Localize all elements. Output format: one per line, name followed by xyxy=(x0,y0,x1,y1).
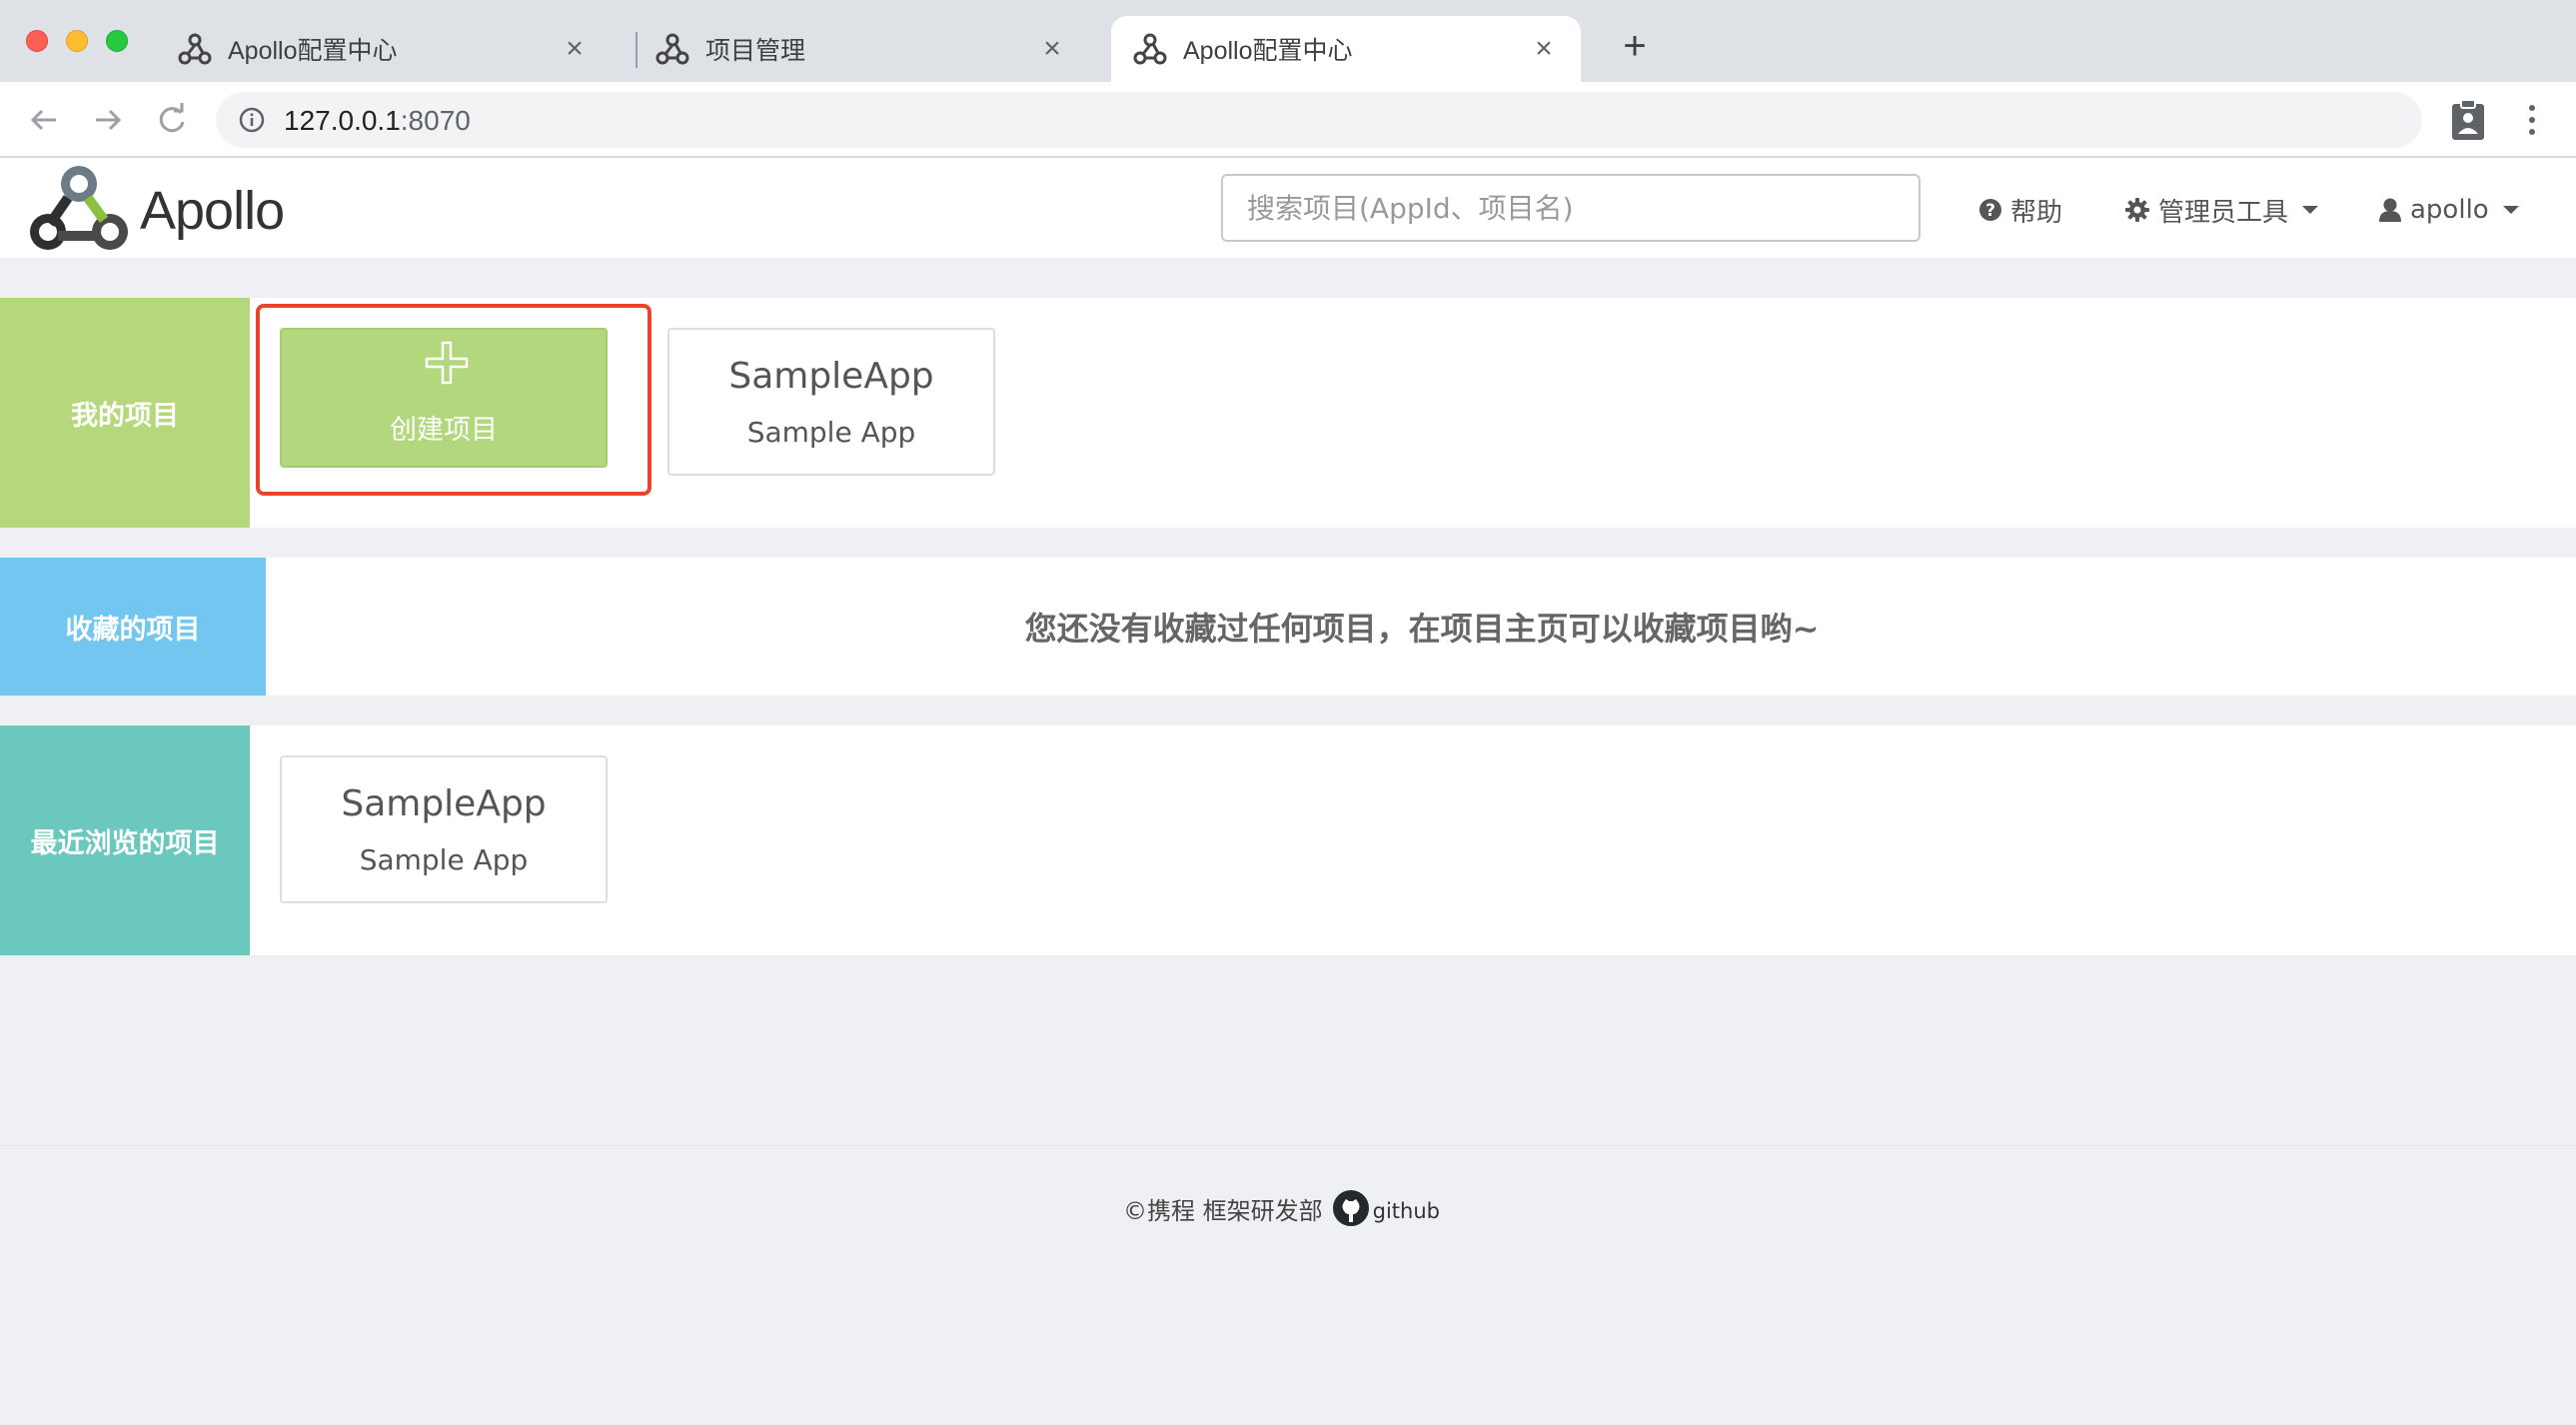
logo-text[interactable]: Apollo xyxy=(140,180,285,242)
app-name: Sample App xyxy=(359,843,529,876)
admin-tools-label: 管理员工具 xyxy=(2158,197,2289,228)
github-label: github xyxy=(1372,1199,1440,1223)
question-circle-icon: ? xyxy=(1979,199,2001,221)
search-input[interactable] xyxy=(1221,174,1921,242)
chevron-down-icon xyxy=(2502,206,2519,214)
tab-close-icon[interactable]: × xyxy=(560,34,590,64)
help-link[interactable]: ? 帮助 xyxy=(1978,192,2062,228)
apollo-favicon-icon xyxy=(178,33,212,65)
app-name: Sample App xyxy=(746,416,916,449)
svg-text:?: ? xyxy=(1985,201,1995,221)
recent-projects-label: 最近浏览的项目 xyxy=(0,725,250,955)
chevron-down-icon xyxy=(2302,206,2319,214)
my-projects-label: 我的项目 xyxy=(0,298,250,528)
back-arrow-icon[interactable] xyxy=(22,98,66,142)
app-card-sampleapp[interactable]: SampleApp Sample App xyxy=(280,755,608,903)
github-icon xyxy=(1332,1190,1369,1226)
favorites-label: 收藏的项目 xyxy=(0,558,266,696)
app-header: Apollo ? 帮助 管理员工具 apollo xyxy=(0,158,2576,258)
minimize-window-button[interactable] xyxy=(66,30,88,52)
tab-title: 项目管理 xyxy=(705,37,806,65)
tab-close-icon[interactable]: × xyxy=(1529,34,1559,64)
copyright-text: ©携程 框架研发部 xyxy=(1123,1196,1323,1225)
apollo-favicon-icon xyxy=(655,33,689,65)
gear-icon xyxy=(2125,198,2149,222)
browser-toolbar: 127.0.0.1:8070 xyxy=(0,82,2576,158)
user-icon xyxy=(2379,198,2401,222)
maximize-window-button[interactable] xyxy=(106,30,128,52)
admin-tools-dropdown[interactable]: 管理员工具 xyxy=(2124,192,2319,228)
footer: ©携程 框架研发部 github xyxy=(0,1145,2576,1425)
browser-tab-2[interactable]: 项目管理 × xyxy=(620,16,1089,82)
highlight-annotation-box xyxy=(256,304,651,496)
info-icon[interactable] xyxy=(238,106,266,134)
user-label: apollo xyxy=(2410,195,2489,225)
address-bar[interactable]: 127.0.0.1:8070 xyxy=(216,92,2422,148)
recent-projects-section: 最近浏览的项目 SampleApp Sample App xyxy=(0,725,2576,955)
user-dropdown[interactable]: apollo xyxy=(2378,192,2519,228)
reload-icon[interactable] xyxy=(150,98,194,142)
tab-close-icon[interactable]: × xyxy=(1037,34,1067,64)
help-label: 帮助 xyxy=(2010,197,2063,228)
tab-title: Apollo配置中心 xyxy=(1183,37,1353,65)
browser-tab-1[interactable]: Apollo配置中心 × xyxy=(142,16,612,82)
footer-content: ©携程 框架研发部 github xyxy=(1123,1188,1440,1228)
tab-title: Apollo配置中心 xyxy=(228,37,398,65)
forward-arrow-icon[interactable] xyxy=(86,98,130,142)
clipboard-extension-icon[interactable] xyxy=(2448,98,2488,142)
favorites-section: 收藏的项目 您还没有收藏过任何项目，在项目主页可以收藏项目哟~ xyxy=(0,558,2576,696)
app-card-sampleapp[interactable]: SampleApp Sample App xyxy=(667,328,995,476)
app-id: SampleApp xyxy=(341,783,547,824)
browser-tab-strip: Apollo配置中心 × 项目管理 × Apollo配置中心 × + xyxy=(0,0,2576,82)
app-id: SampleApp xyxy=(728,356,934,397)
github-link[interactable]: github xyxy=(1332,1190,1440,1226)
more-menu-icon[interactable] xyxy=(2520,100,2544,140)
browser-tab-3-active[interactable]: Apollo配置中心 × xyxy=(1111,16,1581,82)
favorites-empty-message: 您还没有收藏过任何项目，在项目主页可以收藏项目哟~ xyxy=(1024,610,1820,648)
new-tab-button[interactable]: + xyxy=(1615,26,1655,66)
apollo-favicon-icon xyxy=(1133,33,1167,65)
apollo-logo-icon[interactable] xyxy=(28,160,130,256)
url-text: 127.0.0.1:8070 xyxy=(284,105,471,136)
close-window-button[interactable] xyxy=(26,30,48,52)
